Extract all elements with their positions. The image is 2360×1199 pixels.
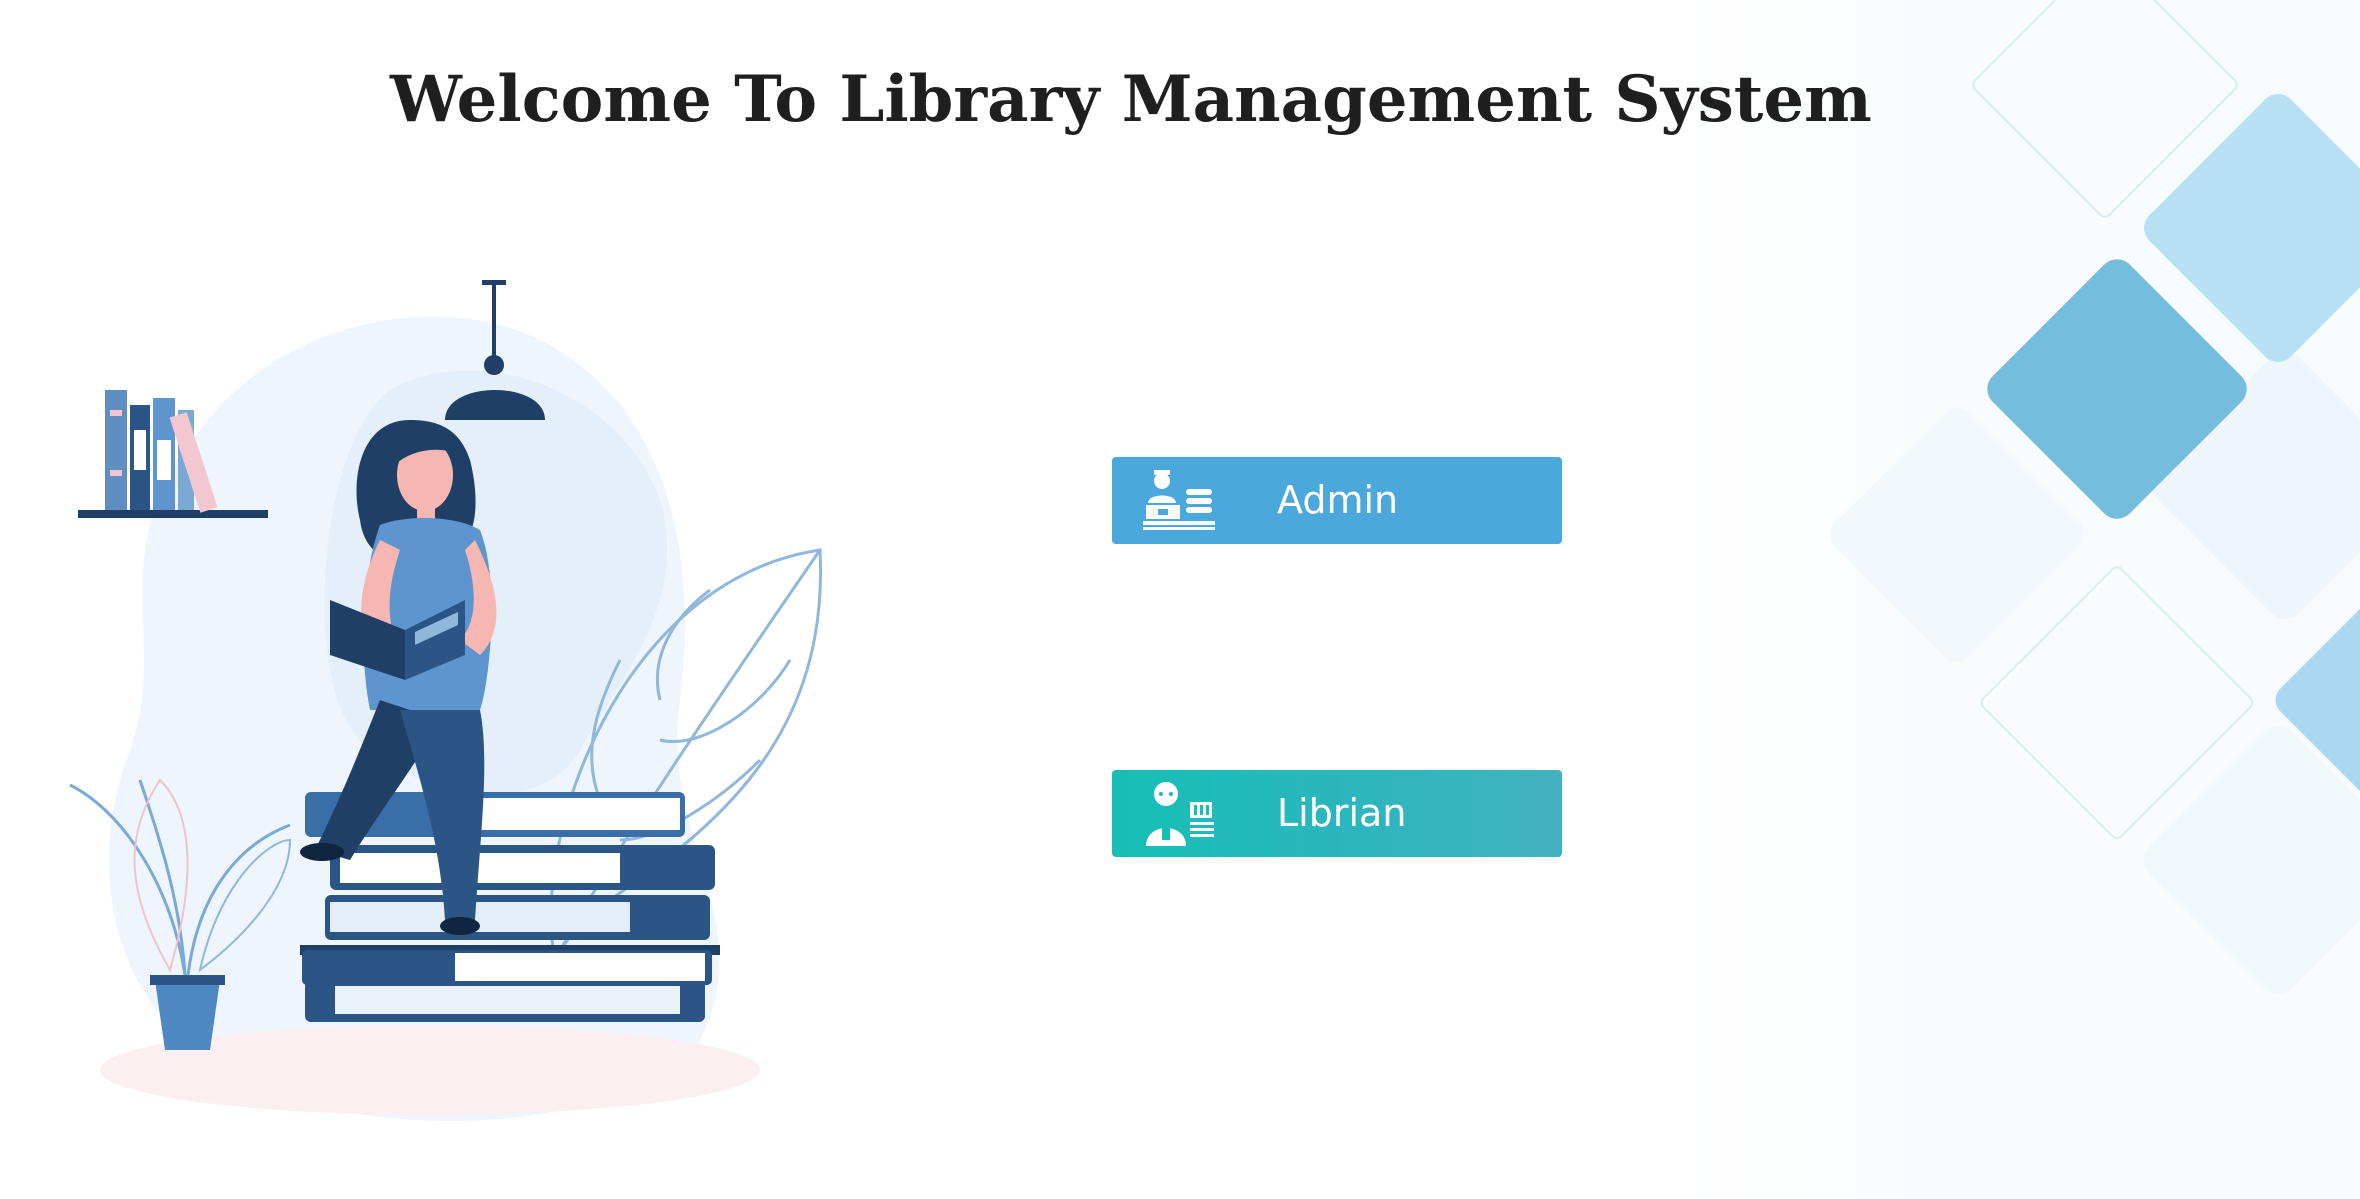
landing-page: Welcome To Library Management System Adm… [0,0,2360,1199]
page-title: Welcome To Library Management System [390,62,1872,137]
woman-reading-on-books-illustration [69,280,823,1121]
librarian-icon [1146,782,1214,846]
admin-button-label: Admin [1277,478,1399,522]
librarian-button[interactable]: Librian [1112,770,1562,857]
admin-button[interactable]: Admin [1112,457,1562,544]
librarian-button-label: Librian [1277,791,1407,835]
admin-desk-icon [1143,470,1215,530]
